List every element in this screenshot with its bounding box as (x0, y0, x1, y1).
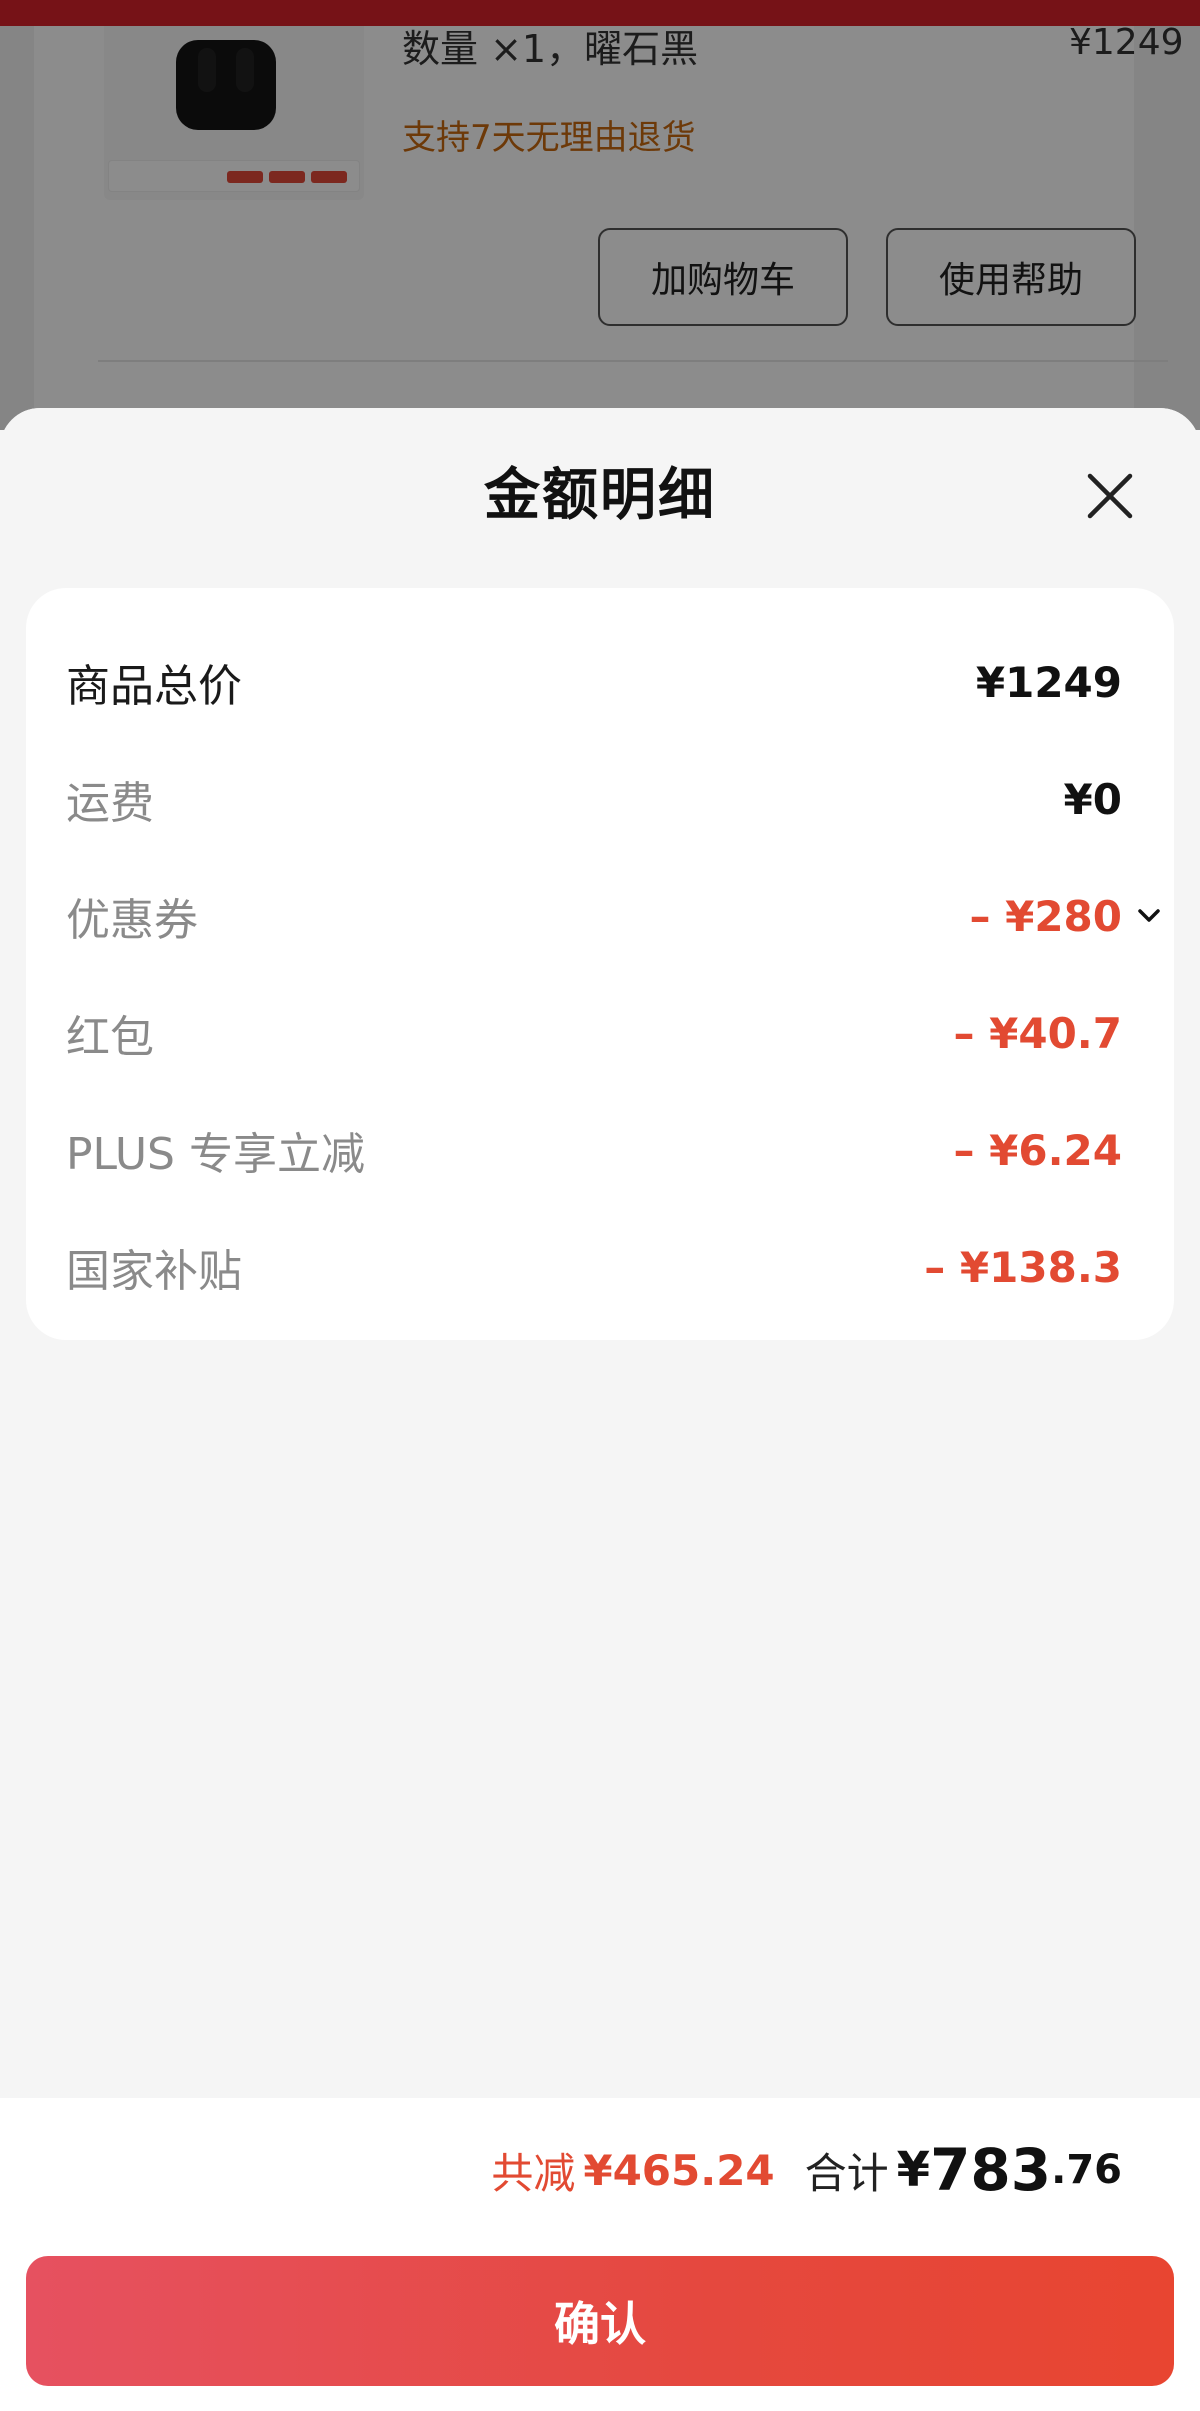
row-label: 运费 (66, 778, 154, 829)
total-savings-value: ¥465.24 (583, 2145, 775, 2195)
total-integer: 783 (930, 2136, 1052, 2204)
background-order-page: 数量 ×1，曜石黑 ¥1249 支持7天无理由退货 加购物车 使用帮助 (0, 0, 1200, 430)
row-label: 红包 (66, 1012, 154, 1063)
row-label: 国家补贴 (66, 1246, 242, 1297)
row-shipping: 运费 ¥0 (66, 769, 1122, 830)
amount-detail-sheet: 金额明细 商品总价 ¥1249 运费 ¥0 优惠券 – ¥280 红包 – ¥4… (0, 408, 1200, 2411)
coupon-value-wrap[interactable]: – ¥280 (969, 891, 1160, 941)
total-currency: ¥ (896, 2142, 931, 2198)
confirm-button[interactable]: 确认 (26, 2256, 1174, 2386)
row-label: PLUS 专享立减 (66, 1129, 365, 1180)
row-plus-discount: PLUS 专享立减 – ¥6.24 (66, 1120, 1122, 1181)
row-value: – ¥138.3 (924, 1242, 1122, 1292)
sheet-title: 金额明细 (484, 463, 716, 528)
amount-detail-card: 商品总价 ¥1249 运费 ¥0 优惠券 – ¥280 红包 – ¥40.7 P… (26, 588, 1174, 1340)
close-icon[interactable] (1084, 470, 1136, 522)
row-value: – ¥280 (969, 891, 1122, 941)
row-label: 优惠券 (66, 895, 198, 946)
row-national-subsidy: 国家补贴 – ¥138.3 (66, 1237, 1122, 1298)
row-value: ¥1249 (975, 657, 1122, 707)
row-value: – ¥6.24 (953, 1125, 1122, 1175)
row-label: 商品总价 (66, 661, 242, 712)
row-coupon[interactable]: 优惠券 – ¥280 (66, 886, 1160, 946)
dim-overlay[interactable] (0, 0, 1200, 430)
row-goods-total: 商品总价 ¥1249 (66, 652, 1122, 713)
row-value: – ¥40.7 (953, 1008, 1122, 1058)
total-decimal: .76 (1051, 2147, 1122, 2193)
total-label: 合计 (804, 2148, 889, 2198)
sheet-header: 金额明细 (0, 408, 1200, 583)
row-value: ¥0 (1063, 774, 1122, 824)
row-red-packet: 红包 – ¥40.7 (66, 1003, 1122, 1064)
confirm-area: 确认 (0, 2242, 1200, 2411)
total-savings-label: 共减 (491, 2148, 576, 2198)
chevron-down-icon[interactable] (1134, 901, 1164, 931)
price-summary-bar: 共减 ¥465.24 合计 ¥ 783 .76 (0, 2098, 1200, 2242)
